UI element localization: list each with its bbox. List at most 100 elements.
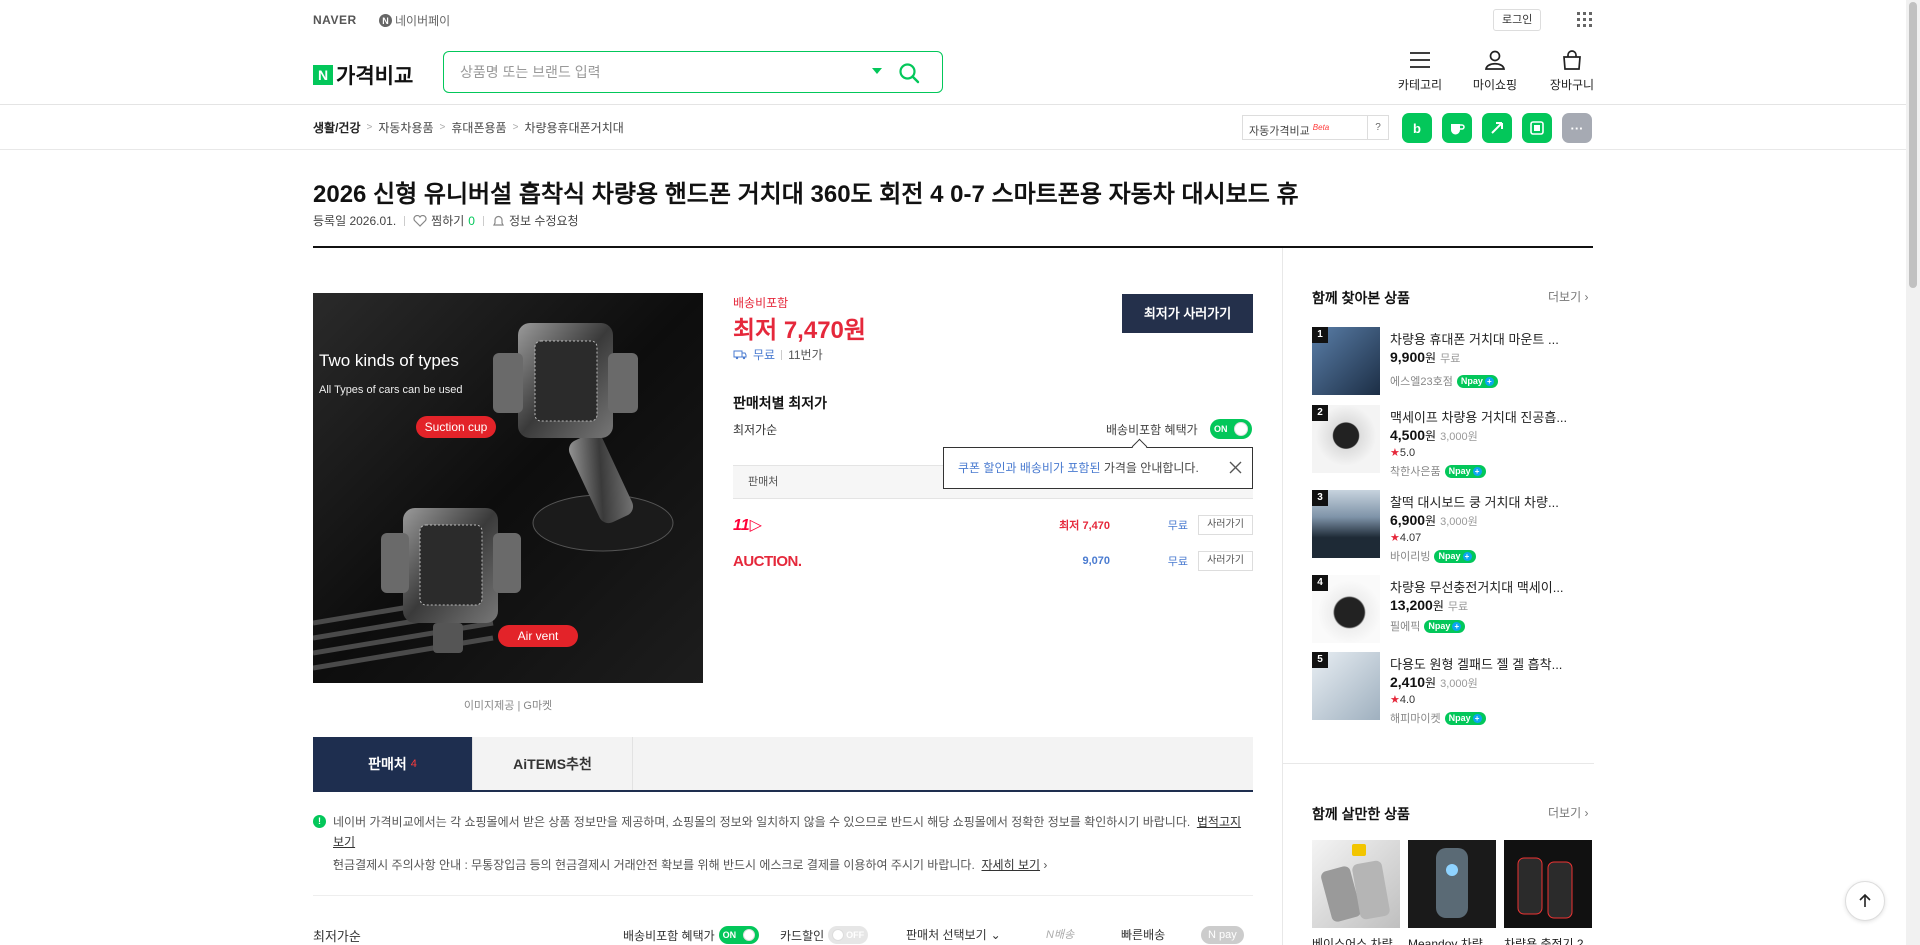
tab-sellers-count: 4 bbox=[410, 757, 417, 770]
side-item-rating: ★5.0 bbox=[1390, 447, 1416, 459]
filter-ship-toggle[interactable]: ON bbox=[718, 926, 759, 944]
scrollbar-thumb[interactable] bbox=[1909, 2, 1917, 288]
image-headline: Two kinds of types bbox=[319, 351, 459, 370]
edit-request-button[interactable]: 정보 수정요청 bbox=[492, 212, 579, 229]
seller-price[interactable]: 최저 7,470 bbox=[1015, 517, 1110, 533]
cart-button[interactable]: 장바구니 bbox=[1542, 50, 1602, 93]
price-tooltip: 쿠폰 할인과 배송비가 포함된 가격을 안내합니다. bbox=[943, 447, 1253, 489]
apps-grid-icon[interactable] bbox=[1577, 12, 1592, 27]
side-item-name: 찰떡 대시보드 쿵 거치대 차량... bbox=[1390, 495, 1559, 510]
together-more-link[interactable]: 더보기 › bbox=[1548, 804, 1588, 821]
zzim-button[interactable]: 찜하기 0 bbox=[413, 212, 475, 229]
filter-ship-benefit[interactable]: 배송비포함 혜택가 ON bbox=[623, 926, 759, 944]
search-dropdown-caret-icon[interactable] bbox=[872, 68, 882, 74]
share-band-button[interactable] bbox=[1522, 113, 1552, 143]
product-image[interactable]: Two kinds of types All Types of cars can… bbox=[313, 293, 703, 683]
close-icon[interactable] bbox=[1229, 461, 1242, 474]
mall-logo-11st[interactable]: 11▷ bbox=[733, 515, 833, 535]
rank-badge: 2 bbox=[1312, 405, 1328, 421]
blog-icon: b bbox=[1413, 120, 1421, 136]
together-item-thumb[interactable] bbox=[1504, 840, 1592, 928]
seller-buy-button[interactable]: 사러가기 bbox=[1198, 515, 1253, 535]
naverpay-link[interactable]: N 네이버페이 bbox=[379, 12, 450, 29]
divider bbox=[482, 215, 484, 226]
side-item-price: 9,900원 무료 bbox=[1390, 349, 1461, 365]
side-item-ship: 무료 bbox=[1440, 353, 1461, 365]
charger-photo bbox=[1321, 844, 1390, 922]
side-item-price: 13,200원 무료 bbox=[1390, 597, 1469, 613]
tab-sellers[interactable]: 판매처 4 bbox=[313, 737, 473, 790]
scroll-top-button[interactable] bbox=[1845, 881, 1885, 921]
ship-benefit-toggle[interactable]: ON bbox=[1210, 419, 1252, 439]
seller-price[interactable]: 9,070 bbox=[1015, 555, 1110, 567]
help-button[interactable]: ? bbox=[1367, 115, 1389, 140]
breadcrumb-sep: > bbox=[439, 122, 446, 133]
ship-info: 무료 11번가 bbox=[733, 346, 823, 363]
side-item-price: 6,900원 3,000원 bbox=[1390, 512, 1478, 528]
viewed-together-title: 함께 찾아본 상품 bbox=[1312, 290, 1410, 306]
filter-nbaesong[interactable]: N배송 bbox=[1046, 926, 1074, 942]
lowest-price: 최저 7,470원 bbox=[733, 317, 866, 344]
zzim-label: 찜하기 bbox=[431, 214, 465, 228]
breadcrumb-item[interactable]: 자동차용품 bbox=[378, 119, 433, 136]
login-button[interactable]: 로그인 bbox=[1493, 9, 1542, 31]
side-item[interactable]: 2 맥세이프 차량용 거치대 진공흡... 4,500원 3,000원 ★5.0 … bbox=[1312, 405, 1602, 478]
tab-aitems[interactable]: AiTEMS추천 bbox=[473, 737, 633, 790]
filter-npay[interactable]: N pay bbox=[1201, 926, 1244, 944]
together-item-name[interactable]: Meandoy 차량 bbox=[1408, 935, 1496, 945]
image-subtext: All Types of cars can be used bbox=[319, 384, 463, 396]
right-column-divider bbox=[1282, 248, 1283, 945]
header-divider bbox=[0, 104, 1906, 105]
user-icon bbox=[1485, 50, 1505, 70]
search-icon[interactable] bbox=[897, 61, 921, 85]
side-item-mall: 착한사은품 N pay + bbox=[1390, 463, 1486, 479]
side-item[interactable]: 4 차량용 무선충전거치대 맥세이... 13,200원 무료 필에픽 N pay + bbox=[1312, 575, 1602, 645]
share-post-button[interactable] bbox=[1482, 113, 1512, 143]
filter-card-toggle[interactable]: OFF bbox=[828, 926, 869, 944]
buy-lowest-button[interactable]: 최저가 사러가기 bbox=[1122, 294, 1253, 333]
auto-compare-button[interactable]: 자동가격비교 Beta bbox=[1242, 115, 1368, 140]
together-item-thumb[interactable] bbox=[1408, 840, 1496, 928]
share-cafe-button[interactable] bbox=[1442, 113, 1472, 143]
breadcrumb-sep: > bbox=[366, 122, 373, 133]
side-item[interactable]: 3 찰떡 대시보드 쿵 거치대 차량... 6,900원 3,000원 ★4.07… bbox=[1312, 490, 1602, 563]
viewed-more-link[interactable]: 더보기 › bbox=[1548, 288, 1588, 305]
charger-photo bbox=[1517, 857, 1573, 919]
share-more-button[interactable]: ··· bbox=[1562, 113, 1592, 143]
side-item-price: 4,500원 3,000원 bbox=[1390, 427, 1478, 443]
ship-included-label: 배송비포함 bbox=[733, 296, 789, 310]
sort-lowest[interactable]: 최저가순 bbox=[733, 421, 777, 438]
toggle-on-text: ON bbox=[1214, 424, 1228, 434]
npay-badge: N pay + bbox=[1434, 549, 1476, 563]
side-item[interactable]: 1 차량용 휴대폰 거치대 마운트 ... 9,900원 무료 에스엘23호점 N … bbox=[1312, 327, 1602, 397]
npay-icon: N bbox=[379, 14, 392, 27]
myshopping-label: 마이쇼핑 bbox=[1472, 78, 1518, 92]
naver-logo[interactable]: NAVER bbox=[313, 13, 357, 27]
side-item[interactable]: 5 다용도 원형 겔패드 젤 겔 흡착... 2,410원 3,000원 ★4.0… bbox=[1312, 652, 1602, 725]
price-compare-logo[interactable]: N 가격비교 bbox=[313, 60, 413, 90]
side-item-name: 다용도 원형 겔패드 젤 겔 흡착... bbox=[1390, 657, 1563, 672]
band-icon bbox=[1530, 121, 1544, 135]
share-blog-button[interactable]: b bbox=[1402, 113, 1432, 143]
legal-notice-text: 네이버 가격비교에서는 각 쇼핑몰에서 받은 상품 정보만을 제공하며, 쇼핑몰… bbox=[333, 815, 1191, 829]
seller-row: 11▷ 최저 7,470 무료 사러가기 bbox=[733, 508, 1253, 542]
breadcrumb-item[interactable]: 휴대폰용품 bbox=[451, 119, 506, 136]
filter-seller-select[interactable]: 판매처 선택보기 ⌄ bbox=[906, 926, 1001, 943]
registered-date: 등록일 2026.01. bbox=[313, 214, 397, 228]
seller-buy-button[interactable]: 사러가기 bbox=[1198, 551, 1253, 571]
filter-bar: 최저가순 배송비포함 혜택가 ON 카드할인 OFF 판매처 선택보기 ⌄ N배송 빠… bbox=[313, 926, 1253, 944]
category-button[interactable]: 카테고리 bbox=[1390, 50, 1450, 93]
filter-sort[interactable]: 최저가순 bbox=[313, 926, 361, 945]
mall-logo-auction[interactable]: AUCTION. bbox=[733, 553, 833, 570]
search-input[interactable] bbox=[460, 61, 860, 83]
cash-notice-link[interactable]: 자세히 보기 bbox=[981, 858, 1040, 872]
side-item-name: 차량용 무선충전거치대 맥세이... bbox=[1390, 580, 1564, 595]
breadcrumb-item[interactable]: 차량용휴대폰거치대 bbox=[524, 119, 623, 136]
together-item-thumb[interactable] bbox=[1312, 840, 1400, 928]
breadcrumb-item[interactable]: 생활/건강 bbox=[313, 119, 361, 136]
together-item-name[interactable]: 베이스어스 차량 bbox=[1312, 935, 1400, 945]
filter-card-discount[interactable]: 카드할인 OFF bbox=[780, 926, 869, 944]
together-item-name[interactable]: 차량용 충전기 2 bbox=[1504, 935, 1592, 945]
filter-fast[interactable]: 빠른배송 bbox=[1121, 926, 1165, 943]
myshopping-button[interactable]: 마이쇼핑 bbox=[1465, 50, 1525, 93]
